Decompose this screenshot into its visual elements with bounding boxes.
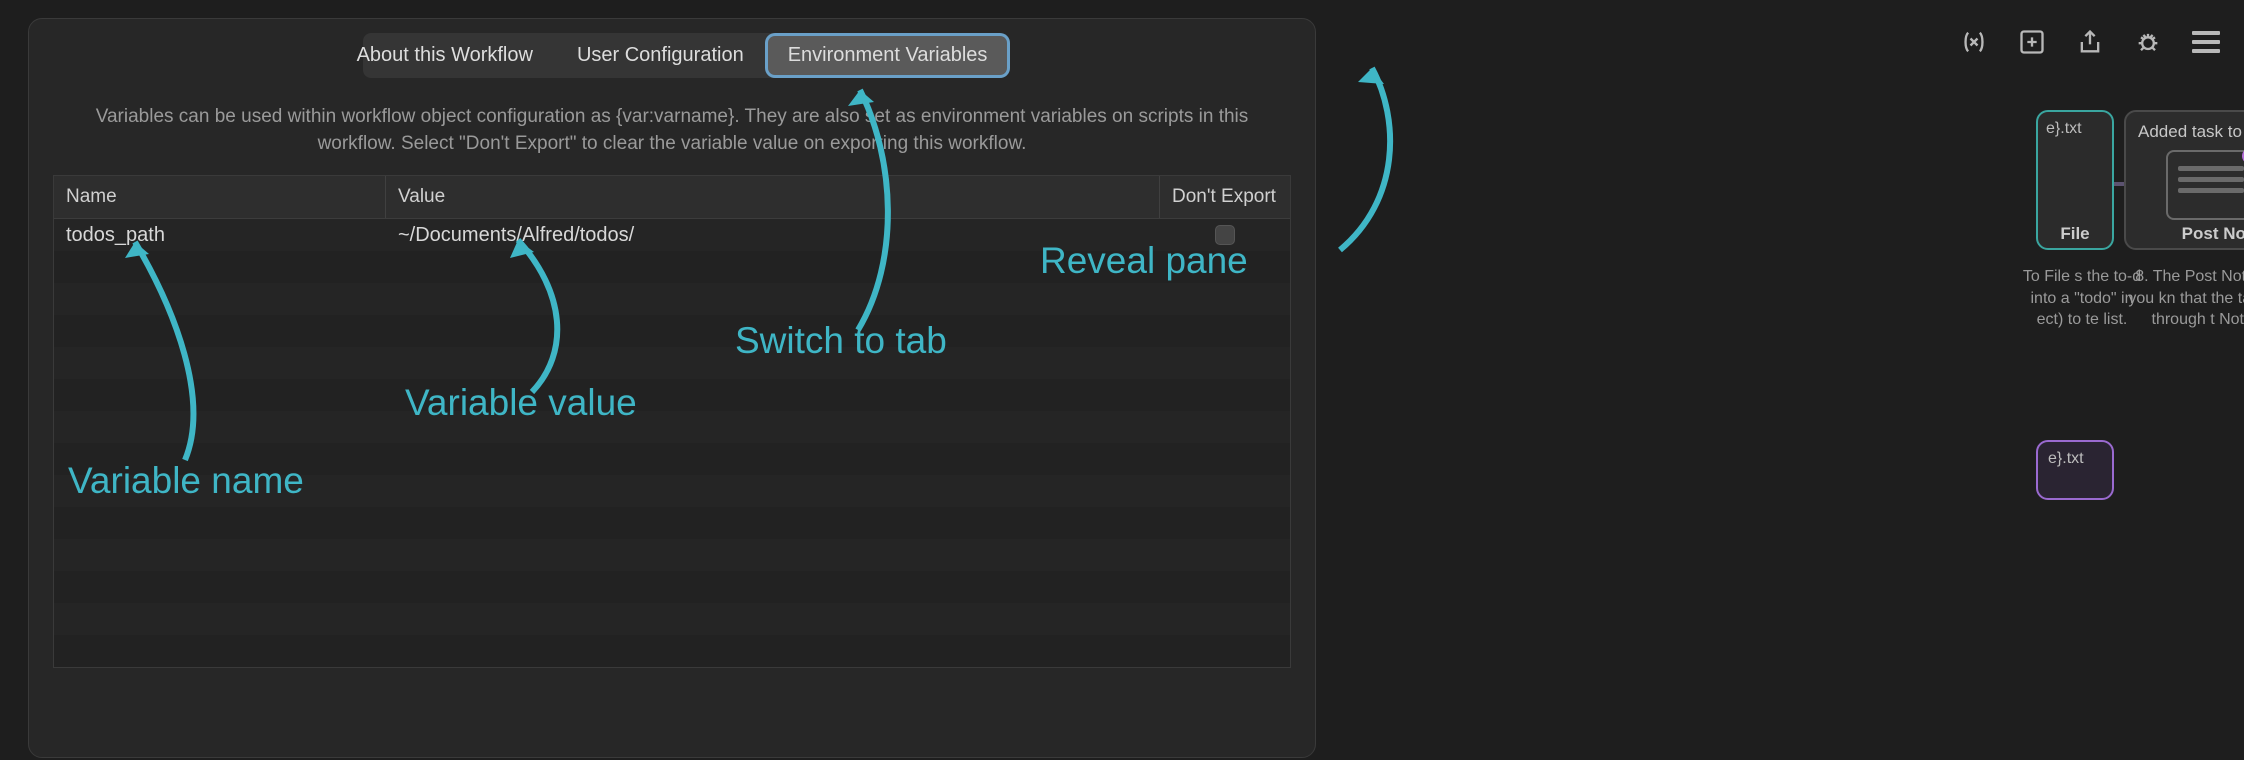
- table-row-empty: [54, 347, 1290, 379]
- annotation-arrow: [1330, 60, 1450, 265]
- env-vars-table: Name Value Don't Export todos_path ~/Doc…: [53, 175, 1291, 668]
- workflow-node-write-file-2[interactable]: e}.txt: [2036, 440, 2114, 500]
- header-toolbar: [1958, 26, 2222, 58]
- file-extension-badge: e}.txt: [2046, 120, 2082, 138]
- table-header: Name Value Don't Export: [54, 176, 1290, 219]
- notification-preview-icon: [2166, 150, 2244, 220]
- node-label: File: [2038, 224, 2112, 244]
- table-row-empty: [54, 539, 1290, 571]
- var-value-cell[interactable]: ~/Documents/Alfred/todos/: [386, 220, 1160, 251]
- tab-about[interactable]: About this Workflow: [337, 36, 553, 75]
- tab-user-configuration[interactable]: User Configuration: [557, 36, 764, 75]
- table-row-empty: [54, 251, 1290, 283]
- tab-environment-variables[interactable]: Environment Variables: [768, 36, 1008, 75]
- workflow-node-post-notification[interactable]: Added task to { Post Notificatio: [2124, 110, 2244, 250]
- table-row-empty: [54, 635, 1290, 667]
- table-row-empty: [54, 283, 1290, 315]
- var-name-cell[interactable]: todos_path: [54, 220, 386, 251]
- node-label: Post Notificatio: [2126, 224, 2244, 244]
- workflow-node-write-file[interactable]: e}.txt File: [2036, 110, 2114, 250]
- table-row-empty: [54, 603, 1290, 635]
- table-row-empty: [54, 507, 1290, 539]
- node-title: Added task to {: [2138, 122, 2244, 142]
- var-dont-export-cell[interactable]: [1160, 221, 1290, 249]
- col-header-name[interactable]: Name: [54, 176, 386, 218]
- tab-description: Variables can be used within workflow ob…: [89, 104, 1255, 157]
- variables-icon[interactable]: [1958, 26, 1990, 58]
- menu-icon[interactable]: [2190, 26, 2222, 58]
- config-tabs: About this Workflow User Configuration E…: [363, 33, 981, 78]
- table-row-empty: [54, 475, 1290, 507]
- col-header-value[interactable]: Value: [386, 176, 1160, 218]
- workflow-config-dialog: About this Workflow User Configuration E…: [28, 18, 1316, 758]
- table-body: todos_path ~/Documents/Alfred/todos/: [54, 219, 1290, 667]
- file-extension-badge: e}.txt: [2048, 450, 2084, 468]
- add-icon[interactable]: [2016, 26, 2048, 58]
- table-row-empty: [54, 443, 1290, 475]
- node-description: 8. The Post Notifica output lets you kn …: [2124, 266, 2244, 331]
- col-header-dont-export[interactable]: Don't Export: [1160, 176, 1290, 218]
- table-row[interactable]: todos_path ~/Documents/Alfred/todos/: [54, 219, 1290, 251]
- share-icon[interactable]: [2074, 26, 2106, 58]
- debug-icon[interactable]: [2132, 26, 2164, 58]
- dont-export-checkbox[interactable]: [1215, 225, 1235, 245]
- table-row-empty: [54, 571, 1290, 603]
- table-row-empty: [54, 411, 1290, 443]
- table-row-empty: [54, 315, 1290, 347]
- table-row-empty: [54, 379, 1290, 411]
